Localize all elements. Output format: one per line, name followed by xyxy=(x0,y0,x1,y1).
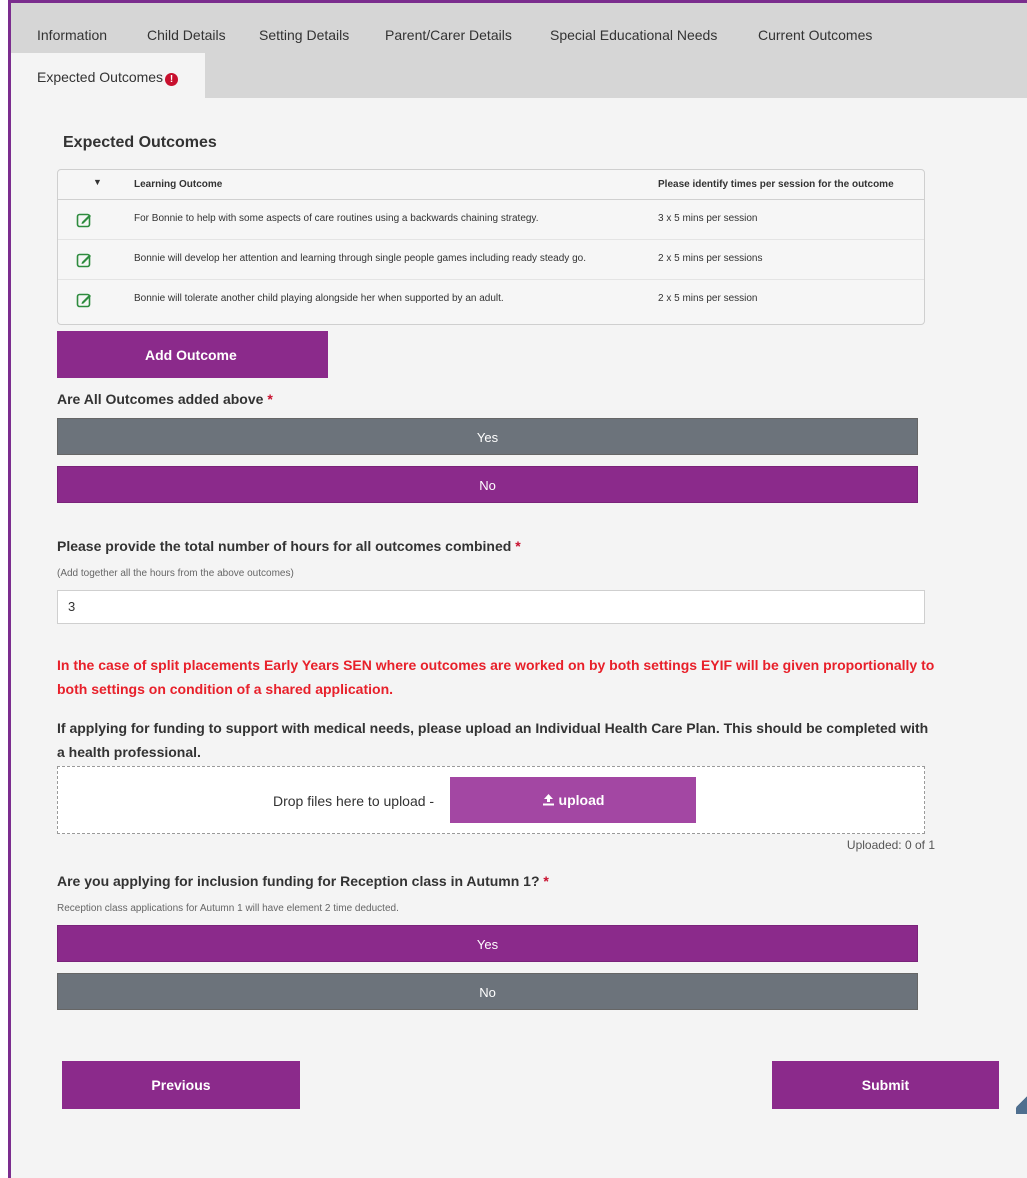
all-outcomes-question-text: Are All Outcomes added above xyxy=(57,391,264,407)
tab-information[interactable]: Information xyxy=(37,27,107,43)
total-hours-question-text: Please provide the total number of hours… xyxy=(57,538,512,554)
reception-hint: Reception class applications for Autumn … xyxy=(57,903,399,914)
split-placement-note: In the case of split placements Early Ye… xyxy=(57,657,935,697)
tab-current-outcomes[interactable]: Current Outcomes xyxy=(758,27,872,43)
required-marker: * xyxy=(515,538,521,554)
previous-button[interactable]: Previous xyxy=(62,1061,300,1109)
all-outcomes-yes-button[interactable]: Yes xyxy=(57,418,918,455)
upload-button[interactable]: upload xyxy=(450,777,696,823)
tab-setting-details[interactable]: Setting Details xyxy=(259,27,349,43)
tab-bar: Information Child Details Setting Detail… xyxy=(11,3,1027,98)
edit-icon[interactable] xyxy=(76,252,92,268)
add-outcome-button[interactable]: Add Outcome xyxy=(57,331,328,378)
outcomes-table: ▼ Learning Outcome Please identify times… xyxy=(57,169,925,325)
outcome-times: 3 x 5 mins per session xyxy=(658,213,758,224)
column-header-learning-outcome[interactable]: Learning Outcome xyxy=(134,179,222,190)
dropzone-text: Drop files here to upload - xyxy=(273,793,435,809)
total-hours-input[interactable]: 3 xyxy=(57,590,925,624)
tab-expected-outcomes[interactable]: Expected Outcomes! xyxy=(11,53,205,98)
edit-icon[interactable] xyxy=(76,212,92,228)
tab-parent-carer-details[interactable]: Parent/Carer Details xyxy=(385,27,512,43)
table-row: Bonnie will tolerate another child playi… xyxy=(58,280,924,320)
table-header: ▼ Learning Outcome Please identify times… xyxy=(58,170,924,200)
outcome-times: 2 x 5 mins per sessions xyxy=(658,253,763,264)
required-marker: * xyxy=(267,391,273,407)
tab-expected-outcomes-label: Expected Outcomes xyxy=(37,69,164,85)
pointer-arrow-icon xyxy=(1016,1090,1027,1114)
exclamation-circle-icon: ! xyxy=(165,73,179,86)
required-marker: * xyxy=(543,873,549,889)
outcome-times: 2 x 5 mins per session xyxy=(658,293,758,304)
upload-button-label: upload xyxy=(558,792,605,808)
section-title: Expected Outcomes xyxy=(63,134,217,151)
tab-child-details[interactable]: Child Details xyxy=(147,27,226,43)
total-hours-question: Please provide the total number of hours… xyxy=(57,538,521,554)
table-row: For Bonnie to help with some aspects of … xyxy=(58,200,924,240)
all-outcomes-question: Are All Outcomes added above * xyxy=(57,391,273,407)
reception-no-button[interactable]: No xyxy=(57,973,918,1010)
tab-special-educational-needs[interactable]: Special Educational Needs xyxy=(550,27,717,43)
column-header-times-per-session[interactable]: Please identify times per session for th… xyxy=(658,179,894,190)
upload-status: Uploaded: 0 of 1 xyxy=(846,838,935,852)
reception-yes-button[interactable]: Yes xyxy=(57,925,918,962)
edit-icon[interactable] xyxy=(76,292,92,308)
reception-question: Are you applying for inclusion funding f… xyxy=(57,873,549,889)
outcome-text: Bonnie will tolerate another child playi… xyxy=(134,293,504,304)
reception-question-text: Are you applying for inclusion funding f… xyxy=(57,873,540,889)
outcome-text: Bonnie will develop her attention and le… xyxy=(134,253,586,264)
table-row: Bonnie will develop her attention and le… xyxy=(58,240,924,280)
all-outcomes-no-button[interactable]: No xyxy=(57,466,918,503)
outcome-text: For Bonnie to help with some aspects of … xyxy=(134,213,539,224)
sort-icon[interactable]: ▼ xyxy=(93,177,102,187)
submit-button[interactable]: Submit xyxy=(772,1061,999,1109)
total-hours-hint: (Add together all the hours from the abo… xyxy=(57,568,294,579)
file-dropzone[interactable]: Drop files here to upload - upload xyxy=(57,766,925,834)
upload-icon xyxy=(542,794,554,806)
medical-needs-note: If applying for funding to support with … xyxy=(57,720,929,760)
